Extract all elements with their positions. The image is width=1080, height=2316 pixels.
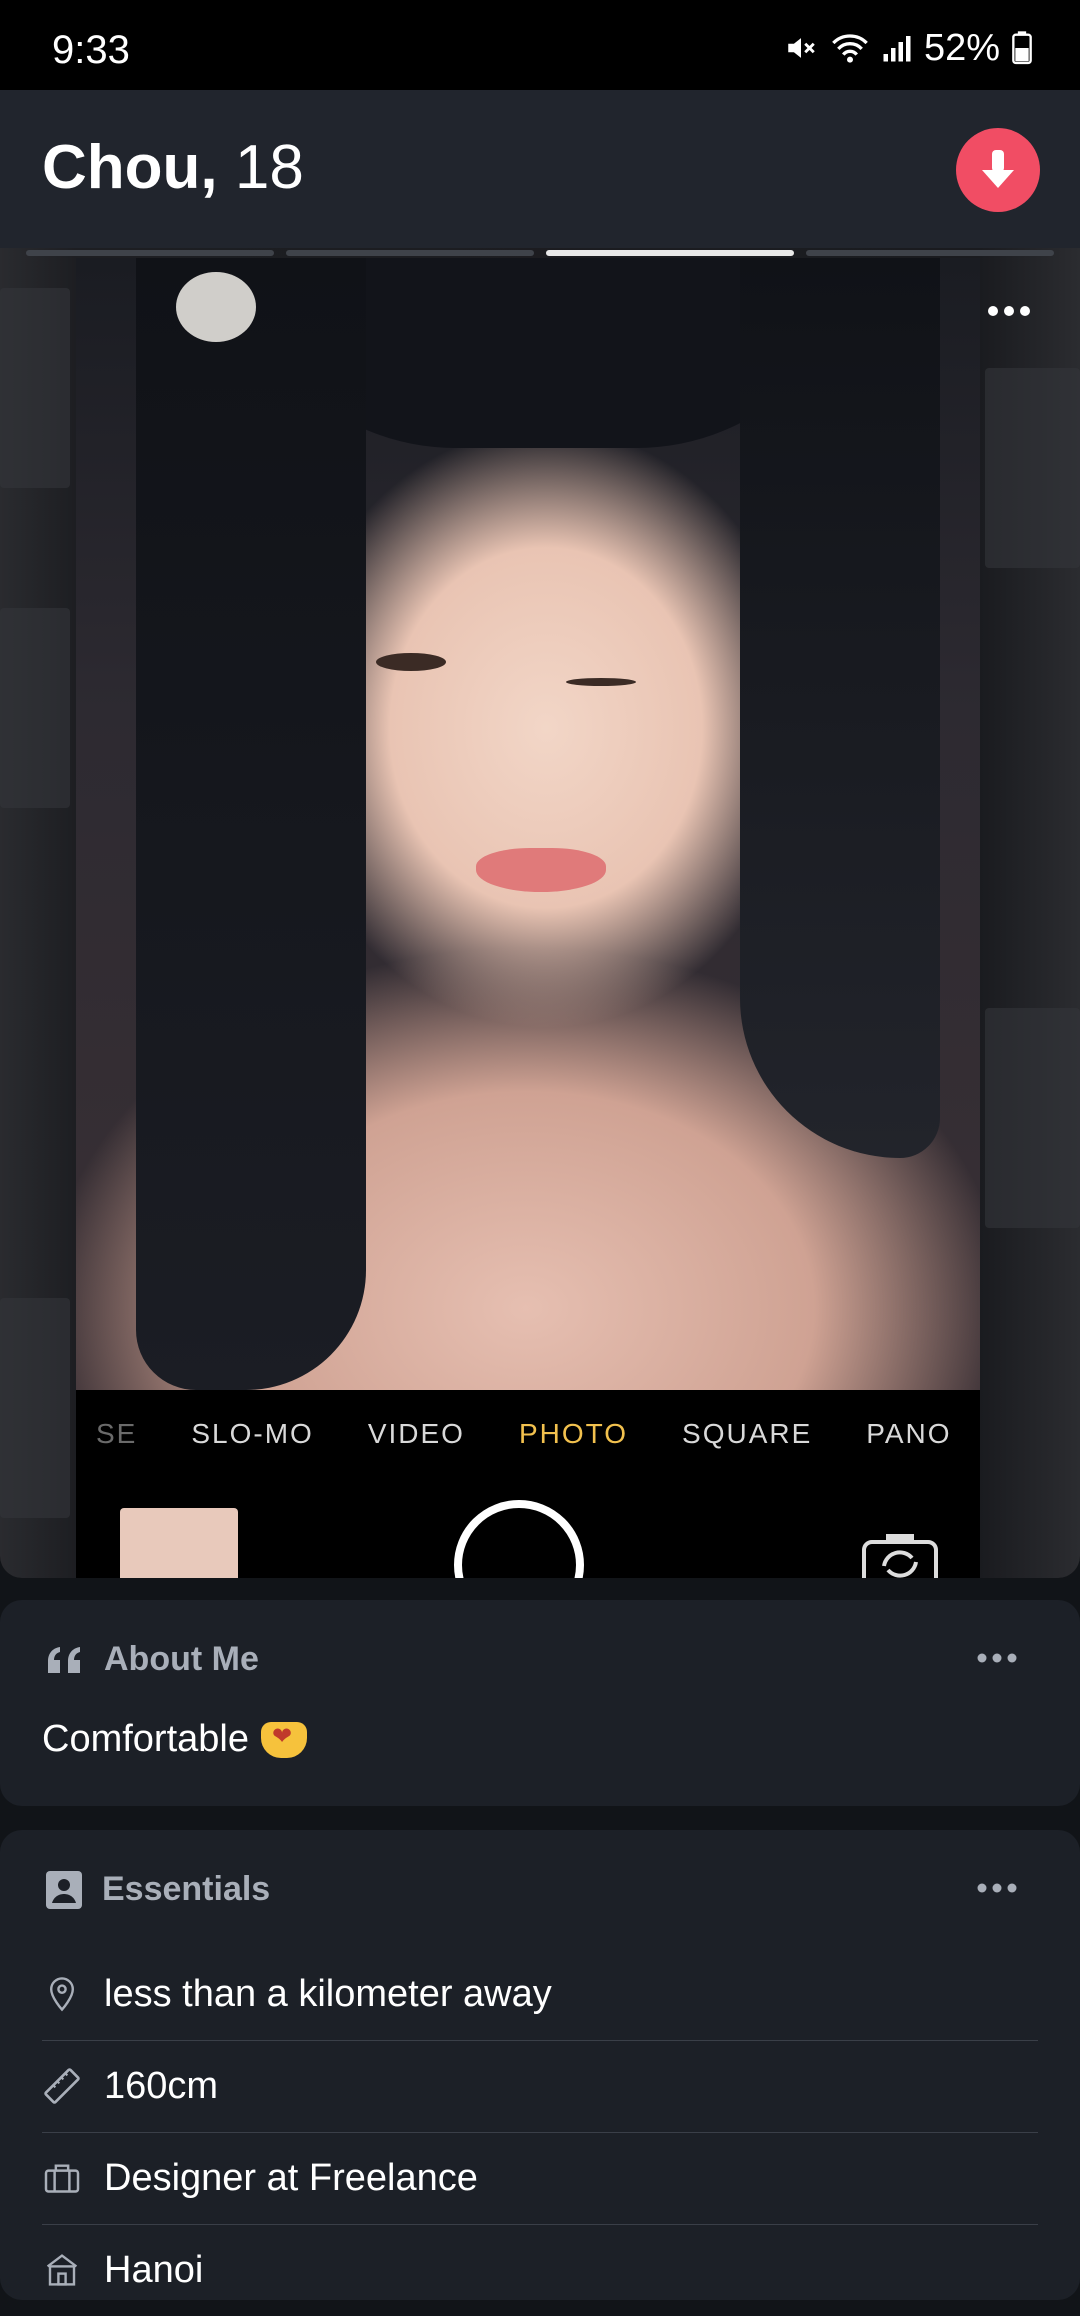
background-tile — [985, 368, 1080, 568]
briefcase-icon — [42, 2158, 82, 2198]
camera-mode: SLO-MO — [191, 1418, 314, 1449]
location-pin-icon — [42, 1974, 82, 2014]
status-icons: 52% — [784, 24, 1032, 72]
profile-header: Chou, 18 — [0, 90, 1080, 248]
pager-segment-active[interactable] — [546, 250, 794, 256]
quote-icon — [48, 1646, 80, 1673]
camera-ui: SE SLO-MO VIDEO PHOTO SQUARE PANO — [76, 1390, 980, 1578]
about-me-card: About Me Comfortable — [0, 1600, 1080, 1806]
camera-flip-icon — [862, 1534, 938, 1578]
eye-shape — [566, 678, 636, 686]
essentials-item-distance: less than a kilometer away — [42, 1948, 1038, 2041]
building-icon — [42, 2250, 82, 2290]
more-options-icon[interactable] — [976, 1882, 1018, 1894]
pager-segment[interactable] — [286, 250, 534, 256]
background-tile — [0, 608, 70, 808]
about-me-text: Comfortable — [42, 1718, 307, 1761]
essentials-item-job: Designer at Freelance — [42, 2132, 1038, 2225]
essentials-item-label: Hanoi — [104, 2248, 204, 2291]
shutter-button-graphic — [454, 1500, 584, 1578]
camera-mode: PANO — [866, 1418, 952, 1449]
bio-text: Comfortable — [42, 1718, 249, 1760]
pager-segment[interactable] — [26, 250, 274, 256]
essentials-header: Essentials — [46, 1870, 270, 1909]
background-tile — [0, 288, 70, 488]
essentials-item-height: 160cm — [42, 2040, 1038, 2133]
mute-icon — [788, 38, 815, 58]
lips-shape — [476, 848, 606, 892]
eye-shape — [376, 653, 446, 671]
about-me-title: About Me — [104, 1640, 259, 1678]
more-options-icon[interactable] — [976, 1652, 1018, 1664]
background-tile — [0, 1298, 70, 1518]
background-tile — [985, 1008, 1080, 1228]
heart-hands-emoji-icon — [260, 1721, 307, 1758]
wifi-icon — [832, 34, 868, 63]
essentials-title: Essentials — [102, 1870, 271, 1908]
battery-icon — [1012, 31, 1032, 65]
camera-mode-active: PHOTO — [518, 1418, 629, 1449]
profile-age: 18 — [234, 133, 304, 202]
id-badge-icon — [46, 1870, 82, 1909]
ruler-icon — [42, 2066, 82, 2106]
essentials-item-city: Hanoi — [42, 2224, 1038, 2316]
hair-flower — [176, 272, 256, 342]
photo-pager — [26, 250, 1054, 258]
camera-thumbnail — [120, 1508, 238, 1578]
camera-modes: SE SLO-MO VIDEO PHOTO SQUARE PANO — [96, 1418, 952, 1450]
more-options-icon[interactable] — [986, 304, 1032, 318]
camera-mode: SE — [96, 1418, 138, 1449]
about-me-header: About Me — [46, 1640, 259, 1679]
status-time: 9:33 — [52, 28, 130, 72]
essentials-item-label: 160cm — [104, 2064, 219, 2107]
camera-mode: VIDEO — [367, 1418, 465, 1449]
selfie-image — [76, 258, 980, 1390]
essentials-item-label: less than a kilometer away — [104, 1972, 552, 2015]
profile-title: Chou, 18 — [42, 132, 304, 203]
battery-level: 52% — [923, 26, 1000, 69]
essentials-item-label: Designer at Freelance — [104, 2156, 478, 2199]
profile-name: Chou, — [42, 133, 218, 202]
essentials-card: Essentials less than a kilometer away 16… — [0, 1830, 1080, 2300]
pager-segment[interactable] — [806, 250, 1054, 256]
camera-mode: SQUARE — [682, 1418, 813, 1449]
collapse-profile-button[interactable] — [956, 128, 1040, 212]
status-bar: 9:33 52% — [0, 0, 1080, 90]
profile-photo[interactable]: SE SLO-MO VIDEO PHOTO SQUARE PANO — [76, 258, 980, 1578]
signal-icon — [883, 36, 911, 62]
hair-shape — [136, 258, 366, 1390]
arrow-down-icon — [982, 150, 1014, 188]
photo-card[interactable]: SE SLO-MO VIDEO PHOTO SQUARE PANO — [0, 248, 1080, 1578]
hair-shape — [740, 258, 940, 1158]
